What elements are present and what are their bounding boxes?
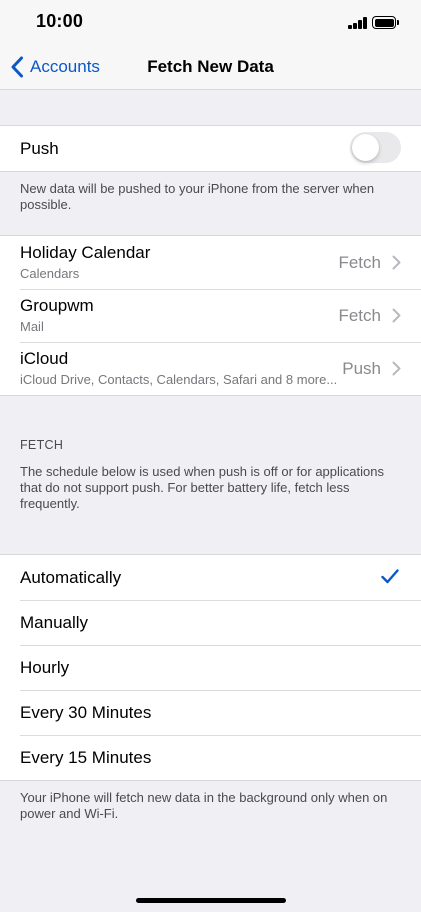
push-toggle[interactable] bbox=[350, 132, 401, 163]
checkmark-icon bbox=[381, 569, 399, 584]
account-row-icloud[interactable]: iCloud iCloud Drive, Contacts, Calendars… bbox=[0, 342, 421, 395]
fetch-option-manually[interactable]: Manually bbox=[0, 600, 421, 645]
account-schedule-value: Push bbox=[342, 359, 381, 378]
push-footer: New data will be pushed to your iPhone f… bbox=[20, 181, 375, 212]
chevron-right-icon bbox=[392, 255, 401, 270]
navigation-bar: Accounts Fetch New Data bbox=[0, 44, 421, 90]
option-label: Every 15 Minutes bbox=[20, 747, 152, 767]
home-indicator[interactable] bbox=[136, 898, 286, 903]
status-bar: 10:00 bbox=[0, 0, 421, 44]
account-schedule-value: Fetch bbox=[338, 306, 381, 325]
battery-cap bbox=[397, 20, 399, 25]
status-time: 10:00 bbox=[36, 11, 84, 31]
option-label: Manually bbox=[20, 612, 89, 632]
chevron-right-icon bbox=[392, 361, 401, 376]
option-label: Automatically bbox=[20, 567, 122, 587]
account-title: iCloud bbox=[20, 349, 69, 368]
settings-content: Push New data will be pushed to your iPh… bbox=[0, 90, 421, 822]
accounts-group: Holiday Calendar Calendars Fetch Groupwm… bbox=[0, 235, 421, 396]
account-row-holiday-calendar[interactable]: Holiday Calendar Calendars Fetch bbox=[0, 236, 421, 289]
battery-icon bbox=[372, 16, 396, 29]
push-label: Push bbox=[20, 138, 59, 158]
chevron-right-icon bbox=[392, 308, 401, 323]
account-title: Groupwm bbox=[20, 296, 94, 315]
fetch-option-hourly[interactable]: Hourly bbox=[0, 645, 421, 690]
page-title: Fetch New Data bbox=[147, 57, 274, 76]
account-schedule-value: Fetch bbox=[338, 253, 381, 272]
option-label: Hourly bbox=[20, 657, 70, 677]
fetch-description: The schedule below is used when push is … bbox=[20, 464, 384, 511]
fetch-options-group: Automatically Manually Hourly Every 30 M… bbox=[0, 554, 421, 781]
fetch-section-header: FETCH bbox=[20, 438, 64, 452]
push-row: Push bbox=[0, 126, 421, 171]
account-subtitle: iCloud Drive, Contacts, Calendars, Safar… bbox=[20, 372, 338, 387]
fetch-option-every-15-minutes[interactable]: Every 15 Minutes bbox=[0, 735, 421, 780]
option-label: Every 30 Minutes bbox=[20, 702, 152, 722]
account-subtitle: Calendars bbox=[20, 266, 80, 281]
fetch-option-every-30-minutes[interactable]: Every 30 Minutes bbox=[0, 690, 421, 735]
fetch-option-automatically[interactable]: Automatically bbox=[0, 555, 421, 600]
cellular-signal-icon bbox=[348, 17, 368, 29]
toggle-knob bbox=[352, 134, 379, 161]
fetch-footer: Your iPhone will fetch new data in the b… bbox=[20, 790, 388, 821]
account-title: Holiday Calendar bbox=[20, 243, 151, 262]
account-row-groupwm[interactable]: Groupwm Mail Fetch bbox=[0, 289, 421, 342]
account-subtitle: Mail bbox=[20, 319, 44, 334]
push-group: Push bbox=[0, 125, 421, 172]
